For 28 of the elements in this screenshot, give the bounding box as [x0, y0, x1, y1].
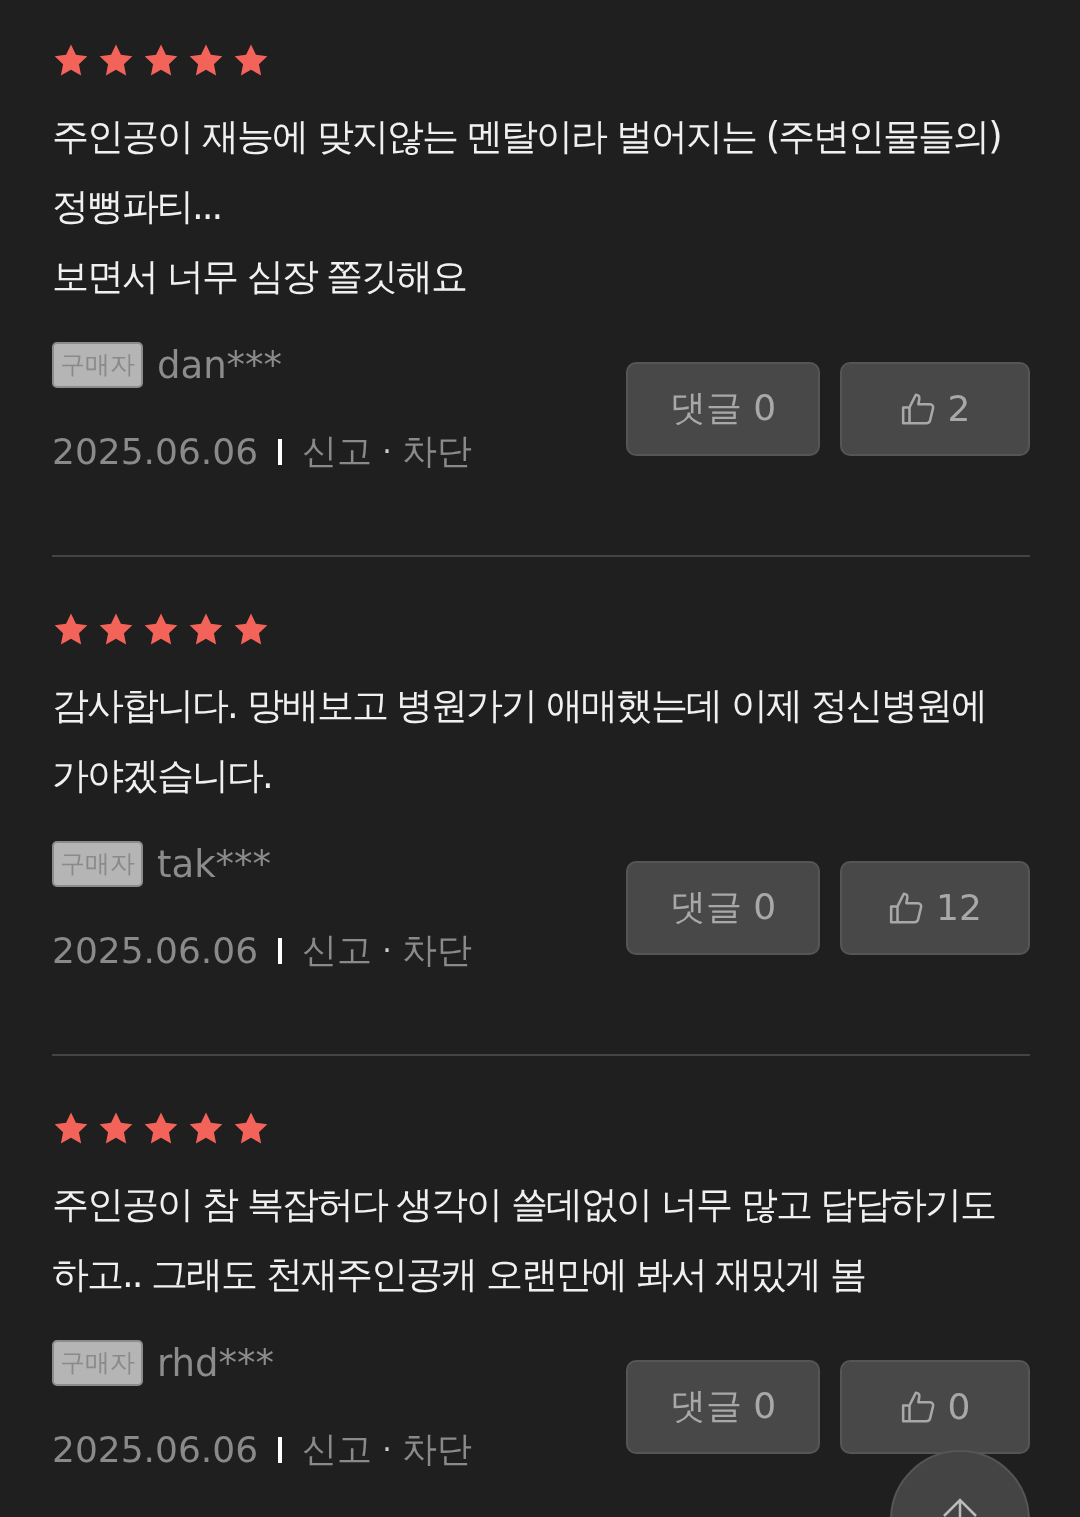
- review-date: 2025.06.06: [52, 930, 259, 971]
- like-button[interactable]: 2: [840, 361, 1030, 456]
- like-button[interactable]: 12: [840, 860, 1030, 955]
- dot-separator: ·: [382, 933, 392, 968]
- review-text: 감사합니다. 망배보고 병원가기 애매했는데 이제 정신병원에 가야겠습니다.: [52, 683, 987, 799]
- review-text: 보면서 너무 심장 쫄깃해요: [52, 254, 468, 300]
- dot-separator: ·: [382, 434, 392, 469]
- dot-separator: ·: [382, 1432, 392, 1467]
- separator-bar: [278, 937, 283, 964]
- review-text: 주인공이 참 복잡허다 생각이 쓸데없이 너무 많고 답답하기도 하고.. 그래도 천재주인공캐 오랜만에 봐서 재밌게 봄: [52, 1182, 997, 1298]
- comment-button[interactable]: 댓글 0: [626, 361, 820, 456]
- report-link[interactable]: 신고: [302, 428, 373, 475]
- block-link[interactable]: 차단: [401, 927, 472, 974]
- comment-button[interactable]: 댓글 0: [626, 860, 820, 955]
- review-date: 2025.06.06: [52, 1429, 259, 1470]
- block-link[interactable]: 차단: [401, 1426, 472, 1473]
- separator-bar: [278, 1436, 283, 1463]
- separator-bar: [278, 438, 283, 465]
- report-link[interactable]: 신고: [302, 927, 373, 974]
- review-text: 주인공이 재능에 맞지않는 멘탈이라 벌어지는 (주변인물들의) 정뻥파티...: [52, 114, 1002, 230]
- report-link[interactable]: 신고: [302, 1426, 373, 1473]
- username: rhd***: [157, 1341, 274, 1385]
- block-link[interactable]: 차단: [401, 428, 472, 475]
- username: tak***: [157, 842, 272, 886]
- comment-button[interactable]: 댓글 0: [626, 1359, 820, 1454]
- username: dan***: [157, 343, 283, 387]
- like-button[interactable]: 0: [840, 1359, 1030, 1454]
- review-date: 2025.06.06: [52, 431, 259, 472]
